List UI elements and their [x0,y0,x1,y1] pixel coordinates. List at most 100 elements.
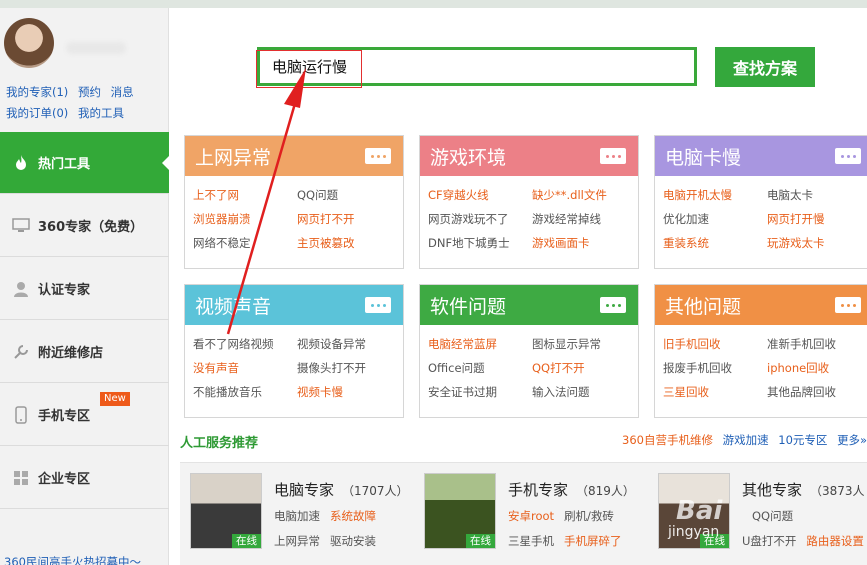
card-header: 软件问题 [420,285,638,325]
messages-link[interactable]: 消息 [111,85,134,99]
card-title[interactable]: 上网异常 [195,143,271,170]
card-title[interactable]: 软件问题 [430,292,506,319]
problem-link[interactable]: iphone回收 [767,360,867,376]
problem-link[interactable]: 游戏画面卡 [532,235,642,251]
more-button[interactable] [835,297,861,313]
problem-link[interactable]: 摄像头打不开 [297,360,407,376]
problem-link[interactable]: 视频卡慢 [297,384,407,400]
problem-link[interactable]: 重装系统 [663,235,767,251]
section-link[interactable]: 更多» [837,433,867,447]
more-button[interactable] [835,148,861,164]
my-tools-link[interactable]: 我的工具 [78,106,124,120]
problem-link[interactable]: 网页打开慢 [767,211,867,227]
expert-tags-row2: 三星手机 手机屏碎了 [508,533,632,549]
expert-photo[interactable]: 在线 [190,473,262,549]
expert-tag[interactable]: 系统故障 [330,509,376,523]
problem-link[interactable]: 网络不稳定 [193,235,297,251]
appointment-link[interactable]: 预约 [78,85,101,99]
problem-link[interactable]: CF穿越火线 [428,187,532,203]
problem-link[interactable]: 输入法问题 [532,384,642,400]
user-avatar[interactable] [4,18,54,68]
expert-name[interactable]: 其他专家 （3873人 [742,479,865,500]
problem-link[interactable]: 网页游戏玩不了 [428,211,532,227]
problem-link[interactable]: 安全证书过期 [428,384,532,400]
expert-photo[interactable]: 在线 [424,473,496,549]
card-title[interactable]: 电脑卡慢 [665,143,741,170]
problem-link[interactable]: 上不了网 [193,187,297,203]
expert-tags-row1: 安卓root 刷机/救砖 [508,508,624,524]
expert-count: （1707人） [342,484,409,498]
expert-card[interactable]: 在线 手机专家 （819人） 安卓root 刷机/救砖 三星手机 手机屏碎了 [424,473,644,563]
problem-link[interactable]: QQ问题 [297,187,407,203]
expert-tag[interactable]: 路由器设置 [806,534,864,548]
problem-link[interactable]: 电脑经常蓝屏 [428,336,532,352]
problem-link[interactable]: 看不了网络视频 [193,336,297,352]
search-input[interactable] [260,50,694,83]
section-link[interactable]: 360自营手机维修 [622,433,713,447]
nav-enterprise-zone[interactable]: 企业专区 [0,447,169,509]
nav-nearby-repair[interactable]: 附近维修店 [0,321,169,383]
nav-hot-tools[interactable]: 热门工具 [0,132,170,194]
problem-link[interactable]: 图标显示异常 [532,336,642,352]
expert-tag[interactable]: 手机屏碎了 [564,534,622,548]
problem-link[interactable]: 玩游戏太卡 [767,235,867,251]
expert-tag[interactable]: 三星手机 [508,534,554,548]
problem-link[interactable]: 不能播放音乐 [193,384,297,400]
expert-tag[interactable]: 驱动安装 [330,534,376,548]
problem-link[interactable]: 电脑开机太慢 [663,187,767,203]
problem-link[interactable]: Office问题 [428,360,532,376]
problem-link[interactable]: 没有声音 [193,360,297,376]
more-button[interactable] [365,148,391,164]
nav-label: 附近维修店 [38,346,104,361]
problem-link[interactable]: 游戏经常掉线 [532,211,642,227]
expert-tag[interactable]: 电脑加速 [274,509,320,523]
expert-tag[interactable]: U盘打不开 [742,534,796,548]
more-button[interactable] [600,148,626,164]
top-strip [0,0,867,8]
more-button[interactable] [365,297,391,313]
problem-link[interactable]: 电脑太卡 [767,187,867,203]
problem-link[interactable]: 视频设备异常 [297,336,407,352]
card-header: 游戏环境 [420,136,638,176]
expert-card[interactable]: 在线 电脑专家 （1707人） 电脑加速 系统故障 上网异常 驱动安装 [190,473,410,563]
problem-link[interactable]: 主页被篡改 [297,235,407,251]
problem-link[interactable]: QQ打不开 [532,360,642,376]
expert-name[interactable]: 电脑专家 （1707人） [274,479,409,500]
section-link[interactable]: 游戏加速 [723,433,769,447]
section-links: 360自营手机维修 游戏加速 10元专区 更多» [622,432,867,448]
card-title[interactable]: 游戏环境 [430,143,506,170]
problem-card: 其他问题 旧手机回收 准新手机回收 报废手机回收 iphone回收 三星回收 其他品牌回收 [654,284,867,418]
problem-link[interactable]: 缺少**.dll文件 [532,187,642,203]
problem-link[interactable]: DNF地下城勇士 [428,235,532,251]
card-title[interactable]: 视频声音 [195,292,271,319]
expert-tags-row2: U盘打不开 路由器设置 [742,533,867,549]
nav-certified-expert[interactable]: 认证专家 [0,258,169,320]
problem-link[interactable]: 准新手机回收 [767,336,867,352]
nav-mobile-zone[interactable]: 手机专区 New [0,384,169,446]
card-body: 看不了网络视频 视频设备异常 没有声音 摄像头打不开 不能播放音乐 视频卡慢 [185,325,403,400]
my-experts-link[interactable]: 我的专家(1) [6,85,68,99]
expert-name[interactable]: 手机专家 （819人） [508,479,635,500]
problem-link[interactable]: 其他品牌回收 [767,384,867,400]
expert-tags-row2: 上网异常 驱动安装 [274,533,386,549]
expert-tag[interactable]: 安卓root [508,509,554,523]
expert-tag[interactable]: QQ问题 [752,509,793,523]
problem-link[interactable]: 浏览器崩溃 [193,211,297,227]
problem-link[interactable]: 优化加速 [663,211,767,227]
expert-tag[interactable]: 上网异常 [274,534,320,548]
problem-link[interactable]: 旧手机回收 [663,336,767,352]
expert-tags-row1: 电脑加速 系统故障 [274,508,386,524]
problem-link[interactable]: 网页打不开 [297,211,407,227]
more-button[interactable] [600,297,626,313]
expert-tag[interactable]: 刷机/救砖 [564,509,614,523]
section-link[interactable]: 10元专区 [778,433,827,447]
nav-label: 企业专区 [38,472,91,487]
problem-link[interactable]: 报废手机回收 [663,360,767,376]
recruit-link[interactable]: 360民间高手火热招募中～ [4,554,141,565]
card-title[interactable]: 其他问题 [665,292,741,319]
my-orders-link[interactable]: 我的订单(0) [6,106,68,120]
find-solution-button[interactable]: 查找方案 [715,47,815,87]
new-badge: New [100,392,130,406]
problem-link[interactable]: 三星回收 [663,384,767,400]
nav-360-expert[interactable]: 360专家（免费） [0,195,169,257]
